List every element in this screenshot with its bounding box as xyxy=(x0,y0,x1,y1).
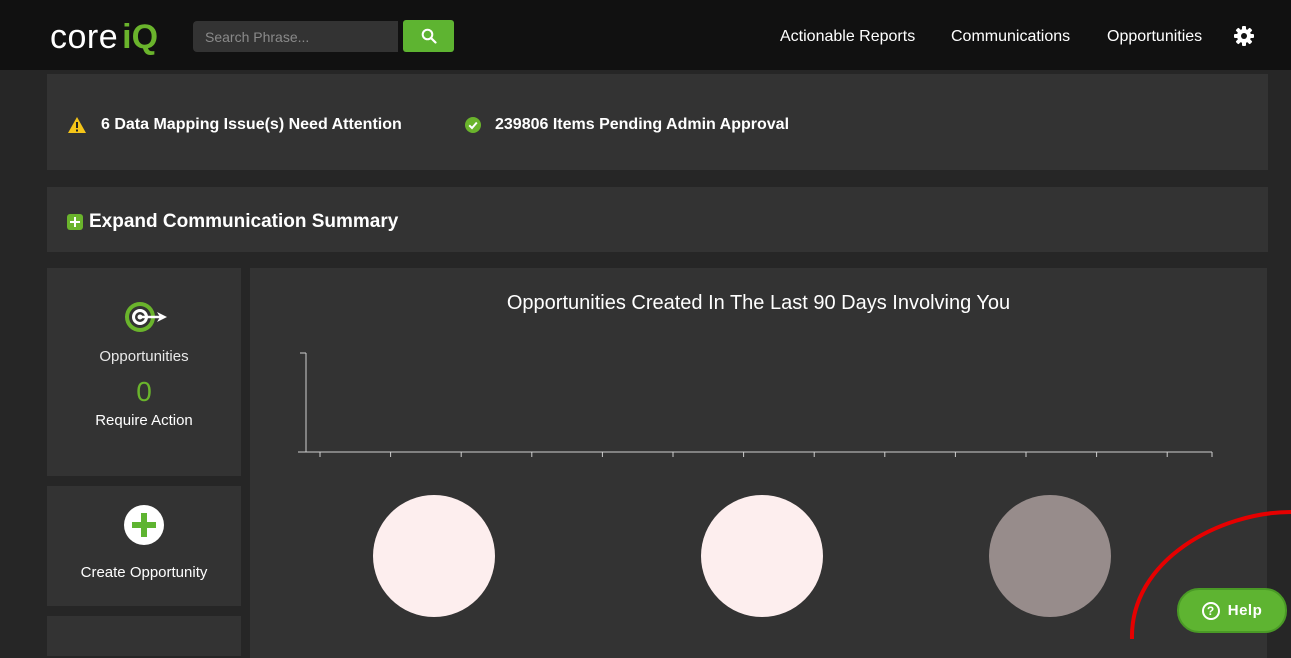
plus-square-icon xyxy=(67,214,83,230)
plus-circle-icon xyxy=(124,505,164,545)
create-opportunity-card[interactable]: Create Opportunity xyxy=(47,486,241,606)
help-button[interactable]: ? Help xyxy=(1177,588,1287,633)
check-circle-icon xyxy=(465,117,481,133)
logo-iq-text: iQ xyxy=(122,18,159,56)
target-arrow-icon xyxy=(125,302,167,332)
search-input[interactable] xyxy=(193,21,398,52)
logo-core-text: core xyxy=(50,18,119,56)
pending-approval-alert[interactable]: 239806 Items Pending Admin Approval xyxy=(465,116,789,134)
nav-actionable-reports[interactable]: Actionable Reports xyxy=(780,28,915,46)
warning-icon xyxy=(68,117,86,133)
gear-icon[interactable] xyxy=(1232,24,1256,48)
question-circle-icon: ? xyxy=(1201,601,1220,620)
chart-circle-1 xyxy=(373,495,495,617)
opportunities-chart: Jul 21Jul 28Aug 04Aug 11Aug 18Aug 25Sep … xyxy=(298,352,1213,457)
coreiq-logo[interactable]: core iQ xyxy=(50,20,158,54)
chart-circle-2 xyxy=(701,495,823,617)
alerts-panel: 6 Data Mapping Issue(s) Need Attention 2… xyxy=(47,74,1268,170)
search-button[interactable] xyxy=(403,20,454,52)
sidebar-card[interactable] xyxy=(47,616,241,656)
opportunities-count: 0 xyxy=(136,376,152,407)
nav-opportunities[interactable]: Opportunities xyxy=(1107,28,1202,46)
expand-communication-summary-label: Expand Communication Summary xyxy=(89,211,399,232)
communication-summary-panel: Expand Communication Summary xyxy=(47,187,1268,252)
opportunities-card[interactable]: Opportunities 0 Require Action xyxy=(47,268,241,476)
search-icon xyxy=(421,28,437,44)
opportunities-card-title: Opportunities xyxy=(99,348,189,365)
expand-communication-summary-toggle[interactable]: Expand Communication Summary xyxy=(67,211,398,233)
help-label: Help xyxy=(1227,602,1263,619)
data-mapping-alert-text: 6 Data Mapping Issue(s) Need Attention xyxy=(101,116,402,133)
create-opportunity-label: Create Opportunity xyxy=(80,564,208,581)
pending-approval-alert-text: 239806 Items Pending Admin Approval xyxy=(495,116,790,133)
data-mapping-alert[interactable]: 6 Data Mapping Issue(s) Need Attention xyxy=(67,116,402,134)
require-action-label: Require Action xyxy=(95,412,193,429)
chart-circle-3 xyxy=(989,495,1111,617)
top-navbar: core iQ Actionable Reports Communication… xyxy=(0,0,1291,70)
nav-communications[interactable]: Communications xyxy=(951,28,1070,46)
